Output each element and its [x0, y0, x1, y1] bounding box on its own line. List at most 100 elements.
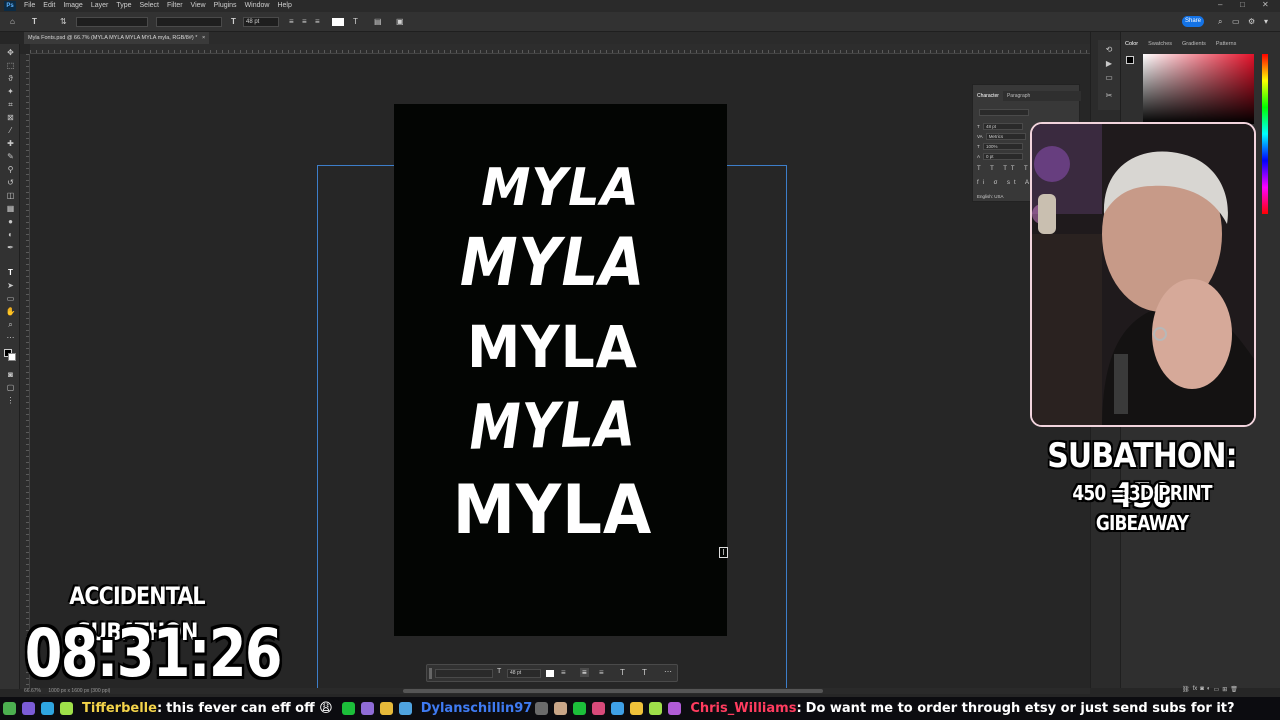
char-font-family-field[interactable]	[979, 109, 1029, 117]
rectangle-tool-icon[interactable]: ▭	[5, 294, 16, 303]
ctx-transform-icon[interactable]: T	[642, 668, 647, 677]
eraser-tool-icon[interactable]: ◫	[5, 191, 16, 200]
text-orientation-icon[interactable]: ⇅	[60, 16, 67, 28]
3d-icon[interactable]: ▣	[396, 16, 404, 28]
workspace-icon[interactable]: ▭	[1232, 16, 1240, 28]
ctx-more-icon[interactable]: ⋯	[664, 667, 672, 676]
marquee-tool-icon[interactable]: ⬚	[5, 61, 16, 70]
crop-tool-icon[interactable]: ⌗	[5, 100, 16, 109]
drag-handle[interactable]	[429, 668, 432, 679]
ctx-font-family-select[interactable]	[435, 669, 493, 678]
type-tool-icon[interactable]: T	[5, 268, 16, 277]
menu-layer[interactable]: Layer	[87, 0, 113, 12]
ctx-align-center-icon[interactable]: ≡	[580, 668, 589, 677]
char-tracking-field[interactable]: 0 pt	[983, 153, 1024, 161]
font-size-field[interactable]: 48 pt	[243, 17, 279, 27]
align-center-icon[interactable]: ≡	[302, 16, 307, 28]
tools-panel-icon[interactable]: ✂	[1105, 92, 1113, 100]
align-right-icon[interactable]: ≡	[315, 16, 320, 28]
search-icon[interactable]: ⌕	[1218, 16, 1222, 28]
background-color-swatch[interactable]	[8, 353, 16, 361]
add-mask-icon[interactable]: ◙	[1200, 686, 1204, 694]
text-color-swatch[interactable]	[332, 18, 344, 26]
actions-panel-icon[interactable]: ▶	[1105, 60, 1113, 68]
char-opentype-buttons[interactable]: fi σ st A	[977, 179, 1033, 187]
edit-toolbar-icon[interactable]: ⋮	[5, 396, 16, 405]
delete-layer-icon[interactable]: 🗑	[1230, 686, 1238, 694]
tab-color[interactable]: Color	[1120, 38, 1143, 50]
comments-panel-icon[interactable]: ▭	[1105, 74, 1113, 82]
lasso-tool-icon[interactable]: ϑ	[5, 74, 16, 83]
dodge-tool-icon[interactable]: ◐	[5, 230, 16, 239]
document-canvas[interactable]: MYLA MYLA MYLA MYLA MYLA	[394, 104, 727, 636]
char-language-field[interactable]: English: USA	[977, 193, 1004, 201]
font-family-select[interactable]	[76, 17, 148, 27]
layer-style-icon[interactable]: fx	[1193, 686, 1198, 694]
menu-window[interactable]: Window	[241, 0, 274, 12]
menu-type[interactable]: Type	[112, 0, 135, 12]
tab-paragraph[interactable]: Paragraph	[1003, 91, 1034, 101]
close-window-icon[interactable]: ✕	[1262, 0, 1269, 9]
clone-stamp-tool-icon[interactable]: ⚲	[5, 165, 16, 174]
new-group-icon[interactable]: ▭	[1214, 686, 1220, 694]
ctx-align-right-icon[interactable]: ≡	[599, 668, 604, 677]
char-size-field[interactable]: 48 pt	[982, 123, 1023, 131]
menu-file[interactable]: File	[20, 0, 39, 12]
share-button[interactable]: Share	[1182, 16, 1204, 27]
screen-mode-icon[interactable]: ▢	[5, 383, 16, 392]
char-kerning-field[interactable]: Metrics	[985, 133, 1026, 141]
frame-tool-icon[interactable]: ⊠	[5, 113, 16, 122]
font-style-select[interactable]	[156, 17, 222, 27]
settings-icon[interactable]: ⚙	[1248, 16, 1255, 28]
type-tool-preset-icon[interactable]: T	[32, 16, 37, 28]
menu-edit[interactable]: Edit	[39, 0, 59, 12]
warp-text-icon[interactable]: T	[353, 16, 358, 28]
color-picker-field[interactable]	[1143, 54, 1254, 124]
healing-brush-tool-icon[interactable]: ✚	[5, 139, 16, 148]
path-selection-tool-icon[interactable]: ➤	[5, 281, 16, 290]
ctx-color-swatch[interactable]	[546, 670, 554, 677]
align-left-icon[interactable]: ≡	[289, 16, 294, 28]
menu-help[interactable]: Help	[273, 0, 295, 12]
char-style-buttons[interactable]: T T TT Tr	[977, 165, 1037, 173]
close-tab-icon[interactable]: ×	[202, 35, 205, 41]
char-scale-field[interactable]: 100%	[982, 143, 1023, 151]
menu-image[interactable]: Image	[59, 0, 86, 12]
menu-plugins[interactable]: Plugins	[210, 0, 241, 12]
ctx-font-size-field[interactable]: 48 pt	[507, 669, 541, 678]
expand-icon[interactable]: ▾	[1264, 16, 1268, 28]
menu-filter[interactable]: Filter	[163, 0, 187, 12]
tab-gradients[interactable]: Gradients	[1177, 38, 1211, 50]
gradient-tool-icon[interactable]: ▦	[5, 204, 16, 213]
new-layer-icon[interactable]: ⊞	[1222, 686, 1227, 694]
ctx-align-left-icon[interactable]: ≡	[561, 668, 566, 677]
history-panel-icon[interactable]: ⟲	[1105, 46, 1113, 54]
hue-slider[interactable]	[1262, 54, 1268, 214]
adjustment-layer-icon[interactable]: ◐	[1207, 686, 1211, 694]
pen-tool-icon[interactable]: ✒	[5, 243, 16, 252]
toggle-panels-icon[interactable]: ▤	[374, 16, 382, 28]
tab-character[interactable]: Character	[973, 91, 1003, 101]
blur-tool-icon[interactable]: ●	[5, 217, 16, 226]
more-tools-icon[interactable]: ⋯	[5, 333, 16, 342]
zoom-tool-icon[interactable]: ⌕	[5, 320, 16, 329]
document-tab[interactable]: Myla Fonts.psd @ 66.7% (MYLA MYLA MYLA M…	[24, 32, 210, 44]
history-brush-tool-icon[interactable]: ↺	[5, 178, 16, 187]
menu-view[interactable]: View	[187, 0, 210, 12]
eyedropper-tool-icon[interactable]: ⁄	[5, 126, 16, 135]
ctx-warp-icon[interactable]: T	[620, 668, 625, 677]
hand-tool-icon[interactable]: ✋	[5, 307, 16, 316]
quick-mask-icon[interactable]: ◙	[5, 370, 16, 379]
tab-swatches[interactable]: Swatches	[1143, 38, 1177, 50]
brush-tool-icon[interactable]: ✎	[5, 152, 16, 161]
tab-patterns[interactable]: Patterns	[1211, 38, 1241, 50]
scrollbar-thumb[interactable]	[403, 689, 823, 693]
link-layers-icon[interactable]: ⛓	[1182, 686, 1190, 694]
move-tool-icon[interactable]: ✥	[5, 48, 16, 57]
color-panel-foreground-swatch[interactable]	[1126, 56, 1134, 64]
menu-select[interactable]: Select	[136, 0, 163, 12]
maximize-icon[interactable]: □	[1240, 0, 1245, 9]
magic-wand-tool-icon[interactable]: ✦	[5, 87, 16, 96]
minimize-icon[interactable]: –	[1218, 0, 1222, 9]
home-icon[interactable]: ⌂	[10, 16, 15, 28]
